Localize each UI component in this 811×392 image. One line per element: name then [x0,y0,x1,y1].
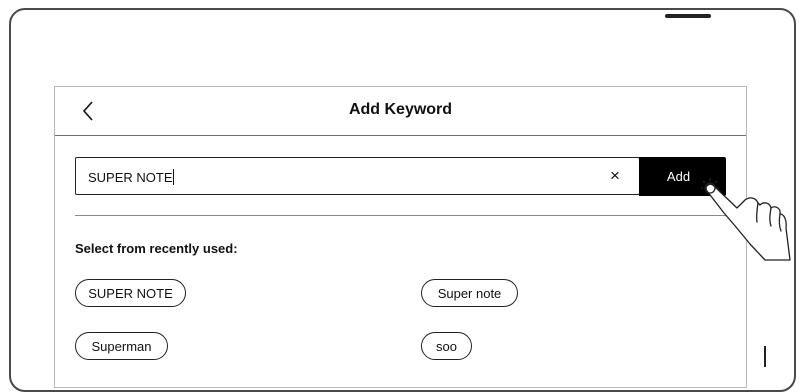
recent-keyword-chip[interactable]: soo [421,332,472,360]
recent-keyword-chip[interactable]: Super note [421,279,518,307]
keyword-input[interactable]: SUPER NOTE × [75,157,640,195]
add-keyword-dialog: Add Keyword SUPER NOTE × Add Select from… [54,86,747,388]
recent-keyword-chip[interactable]: SUPER NOTE [75,279,186,307]
text-caret [172,169,174,185]
recent-section-label: Select from recently used: [75,241,238,256]
divider [75,215,726,216]
device-power-button [665,14,711,18]
page-title: Add Keyword [348,101,453,118]
keyword-input-value: SUPER NOTE [88,169,174,185]
recent-keyword-chip[interactable]: Superman [75,332,168,360]
add-button[interactable]: Add [639,157,726,196]
add-button-label: Add [666,169,691,184]
device-side-button [764,346,766,367]
close-icon[interactable]: × [606,167,624,185]
dialog-header: Add Keyword [55,87,746,136]
